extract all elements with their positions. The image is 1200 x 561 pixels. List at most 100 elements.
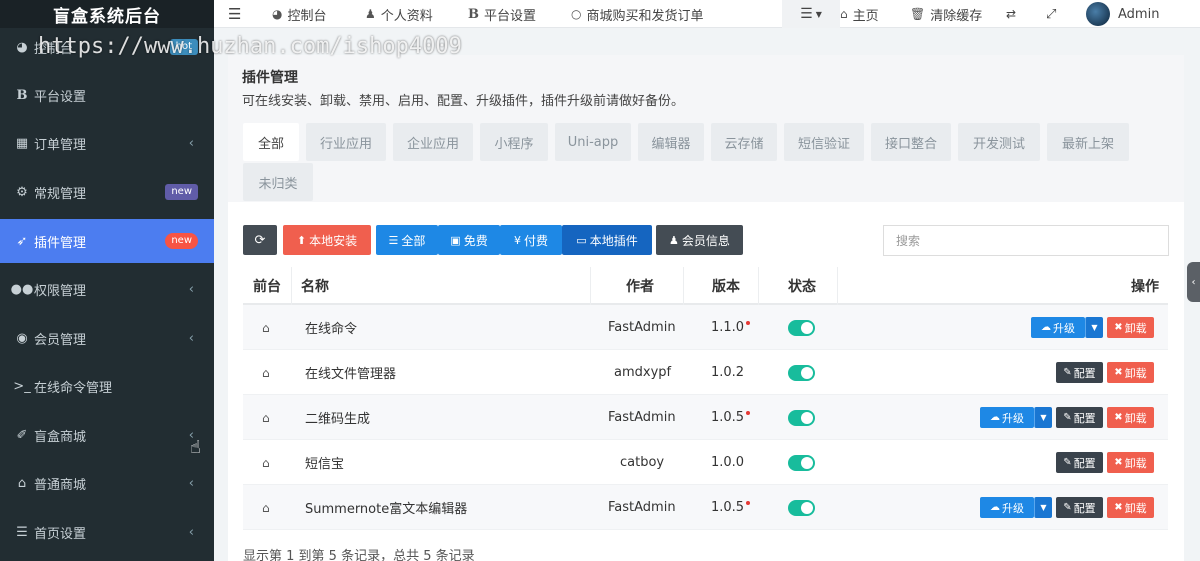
terminal-icon: >_: [13, 378, 31, 394]
sidebar-toggle-button[interactable]: ☰: [228, 0, 241, 28]
trash-icon: 🗑: [910, 7, 926, 21]
bold-b-icon: B: [16, 87, 28, 103]
yen-icon: ¥: [513, 233, 521, 247]
tab-dev-test[interactable]: 开发测试: [958, 123, 1040, 161]
fullscreen-button[interactable]: ⤢: [1046, 0, 1056, 28]
table-row: ⌂ Summernote富文本编辑器 FastAdmin 1.0.5 ☁ 升级 ▼…: [243, 485, 1168, 530]
sidebar-item-normal-mall[interactable]: ⌂ 普通商城 ‹: [0, 461, 214, 505]
list-icon: ☰: [800, 6, 813, 22]
status-toggle[interactable]: [788, 440, 815, 485]
sidebar-item-members[interactable]: ◉ 会员管理 ‹: [0, 316, 214, 360]
sidebar-item-platform-settings[interactable]: B 平台设置: [0, 73, 214, 117]
uninstall-button[interactable]: ✖ 卸载: [1107, 317, 1154, 338]
uninstall-button[interactable]: ✖ 卸载: [1107, 452, 1154, 473]
tab-uniapp[interactable]: Uni-app: [555, 123, 631, 161]
plugin-author: amdxypf: [614, 365, 672, 380]
col-version[interactable]: 版本: [712, 267, 740, 305]
uninstall-button[interactable]: ✖ 卸载: [1107, 362, 1154, 383]
translate-button[interactable]: ⇄: [1006, 0, 1016, 28]
app-logo[interactable]: 盲盒系统后台: [0, 0, 214, 28]
filter-all-button[interactable]: ☰ 全部: [376, 225, 438, 255]
search-input[interactable]: [883, 225, 1169, 256]
table-row: ⌂ 二维码生成 FastAdmin 1.0.5 ☁ 升级 ▼ ✎ 配置 ✖ 卸载: [243, 395, 1168, 440]
home-icon[interactable]: ⌂: [262, 395, 270, 440]
laptop-icon: ▭: [576, 233, 587, 247]
status-toggle[interactable]: [788, 485, 815, 530]
filter-local-plugins-button[interactable]: ▭ 本地插件: [562, 225, 652, 255]
home-icon[interactable]: ⌂: [262, 485, 270, 530]
close-icon: ✖: [1114, 457, 1123, 468]
user-menu[interactable]: Admin: [1086, 0, 1159, 28]
status-toggle[interactable]: [788, 305, 815, 350]
home-icon: ⌂: [840, 7, 848, 21]
nav-platform-settings[interactable]: B 平台设置: [468, 0, 536, 28]
sidebar-item-online-command[interactable]: >_ 在线命令管理: [0, 364, 214, 408]
filter-free-button[interactable]: ▣ 免费: [438, 225, 500, 255]
upgrade-button[interactable]: ☁ 升级: [1031, 317, 1085, 338]
close-icon: ✖: [1114, 502, 1123, 513]
bold-b-icon: B: [468, 6, 479, 22]
hot-badge: hot: [169, 39, 198, 55]
tab-newest[interactable]: 最新上架: [1047, 123, 1129, 161]
home-icon[interactable]: ⌂: [262, 440, 270, 485]
upgrade-button[interactable]: ☁ 升级: [980, 407, 1034, 428]
new-badge: new: [165, 184, 198, 200]
home-icon[interactable]: ⌂: [262, 350, 270, 395]
sidebar-item-plugins[interactable]: ➶ 插件管理 new: [0, 219, 214, 263]
cloud-icon: ☁: [990, 412, 1000, 423]
home-icon[interactable]: ⌂: [262, 305, 270, 350]
uninstall-button[interactable]: ✖ 卸载: [1107, 497, 1154, 518]
nav-home[interactable]: ⌂ 主页: [840, 0, 879, 28]
upgrade-dropdown-button[interactable]: ▼: [1034, 497, 1052, 518]
tab-enterprise[interactable]: 企业应用: [393, 123, 473, 161]
plugin-name: 二维码生成: [305, 412, 371, 427]
upgrade-dropdown-button[interactable]: ▼: [1085, 317, 1103, 338]
top-navbar: ☰ ◕ 控制台 ♟ 个人资料 B 平台设置 ○ 商城购买和发货订单 ☰ ▼ ⌂ …: [214, 0, 1200, 28]
caret-down-icon: ▼: [815, 9, 822, 19]
side-drawer-toggle[interactable]: ‹: [1187, 262, 1200, 302]
sidebar-item-orders[interactable]: ▦ 订单管理 ‹: [0, 121, 214, 165]
sidebar-item-permissions[interactable]: ●● 权限管理 ‹: [0, 267, 214, 311]
nav-clear-cache[interactable]: 🗑 清除缓存: [910, 0, 982, 28]
tab-miniprogram[interactable]: 小程序: [480, 123, 548, 161]
filter-paid-button[interactable]: ¥ 付费: [500, 225, 562, 255]
member-info-button[interactable]: ♟ 会员信息: [656, 225, 743, 255]
sidebar-item-dashboard[interactable]: ◕ 控制台 hot: [0, 25, 214, 69]
nav-profile[interactable]: ♟ 个人资料: [365, 0, 433, 28]
status-toggle[interactable]: [788, 395, 815, 440]
nav-dashboard[interactable]: ◕ 控制台: [272, 0, 327, 28]
tab-api[interactable]: 接口整合: [871, 123, 951, 161]
rocket-icon: ➶: [16, 233, 28, 249]
tab-sms[interactable]: 短信验证: [784, 123, 864, 161]
status-toggle[interactable]: [788, 350, 815, 395]
nav-mall-orders[interactable]: ○ 商城购买和发货订单: [571, 0, 704, 28]
config-button[interactable]: ✎ 配置: [1056, 407, 1103, 428]
tab-editor[interactable]: 编辑器: [638, 123, 704, 161]
sidebar-item-blindbox-mall[interactable]: ✐ 盲盒商城 ‹: [0, 413, 214, 457]
sidebar-item-general[interactable]: ⚙ 常规管理 new: [0, 170, 214, 214]
upgrade-dropdown-button[interactable]: ▼: [1034, 407, 1052, 428]
pagination-info: 显示第 1 到第 5 条记录，总共 5 条记录: [243, 549, 475, 561]
tab-industry[interactable]: 行业应用: [306, 123, 386, 161]
tab-cloud-storage[interactable]: 云存储: [711, 123, 777, 161]
uninstall-button[interactable]: ✖ 卸载: [1107, 407, 1154, 428]
pencil-icon: ✎: [1063, 412, 1072, 423]
col-name[interactable]: 名称: [301, 267, 329, 305]
gift-icon: ▣: [450, 233, 461, 247]
menu-dropdown-button[interactable]: ☰ ▼: [782, 0, 840, 28]
tab-uncategorized[interactable]: 未归类: [243, 163, 313, 201]
col-author[interactable]: 作者: [626, 267, 654, 305]
upgrade-button[interactable]: ☁ 升级: [980, 497, 1034, 518]
config-button[interactable]: ✎ 配置: [1056, 452, 1103, 473]
local-install-button[interactable]: ⬆ 本地安装: [283, 225, 371, 255]
tab-all[interactable]: 全部: [243, 123, 299, 161]
col-status[interactable]: 状态: [788, 267, 816, 305]
chevron-left-icon: ‹: [188, 281, 194, 297]
gears-icon: ⚙: [16, 184, 28, 200]
sidebar-item-home-settings[interactable]: ☰ 首页设置 ‹: [0, 510, 214, 554]
config-button[interactable]: ✎ 配置: [1056, 362, 1103, 383]
col-front[interactable]: 前台: [253, 267, 281, 305]
table-row: ⌂ 在线文件管理器 amdxypf 1.0.2 ✎ 配置 ✖ 卸载: [243, 350, 1168, 395]
config-button[interactable]: ✎ 配置: [1056, 497, 1103, 518]
refresh-button[interactable]: ⟳: [243, 225, 277, 255]
